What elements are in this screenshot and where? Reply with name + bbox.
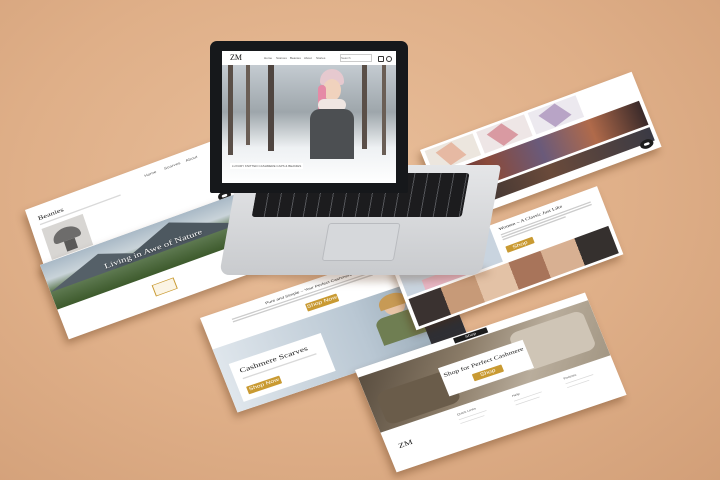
trackpad[interactable]	[321, 223, 401, 261]
nav-stories[interactable]: Stories	[316, 56, 325, 60]
beanies-nav-1[interactable]: Home	[144, 170, 157, 178]
model-coat	[310, 109, 354, 159]
laptop-screen: ZM Home Scarves Beanies About Stories LU…	[222, 51, 396, 183]
footer-col-help: Help	[511, 391, 521, 398]
hero-banner-text: LUXURY KNITTED CASHMERE CAPS & BEANIES	[230, 163, 304, 169]
user-icon[interactable]	[386, 56, 392, 62]
nav-about[interactable]: About	[304, 56, 312, 60]
cart-icon[interactable]	[378, 56, 384, 62]
nav-home[interactable]: Home	[264, 56, 272, 60]
site-header: ZM Home Scarves Beanies About Stories	[222, 51, 396, 65]
beanies-nav-2[interactable]: Scarves	[164, 161, 181, 171]
nav-scarves[interactable]: Scarves	[276, 56, 287, 60]
certificate-icon	[151, 277, 178, 297]
footer-logo: ZM	[397, 438, 414, 451]
beanies-nav-3[interactable]: About	[185, 155, 198, 163]
laptop-lid: ZM Home Scarves Beanies About Stories LU…	[210, 41, 408, 193]
site-logo[interactable]: ZM	[230, 53, 242, 62]
nav-beanies[interactable]: Beanies	[290, 56, 301, 60]
search-input[interactable]	[340, 54, 372, 62]
